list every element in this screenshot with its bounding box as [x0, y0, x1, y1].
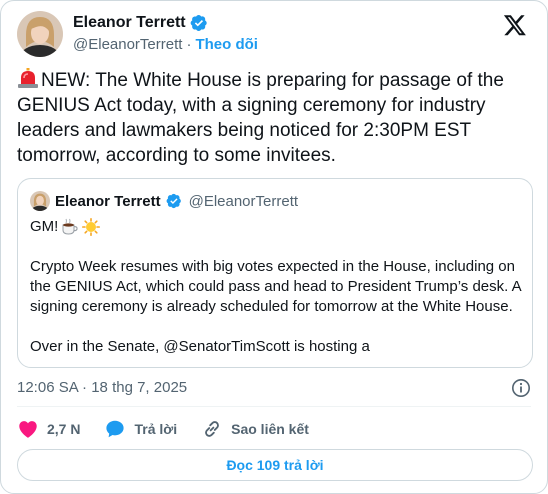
- tweet-text-body: NEW: The White House is preparing for pa…: [17, 70, 504, 166]
- info-icon[interactable]: [511, 378, 531, 398]
- read-replies-button[interactable]: Đọc 109 trả lời: [17, 449, 533, 481]
- author-name[interactable]: Eleanor Terrett: [73, 14, 186, 32]
- reply-action-button[interactable]: Trả lời: [104, 418, 177, 440]
- heart-icon: [19, 421, 37, 438]
- divider: [17, 406, 531, 407]
- like-button[interactable]: 2,7 N: [17, 418, 80, 440]
- follow-button[interactable]: Theo dõi: [195, 36, 258, 53]
- reply-bubble-icon: [106, 420, 125, 438]
- sun-emoji-icon: [82, 218, 101, 236]
- copy-link-button[interactable]: Sao liên kết: [201, 418, 309, 440]
- author-avatar[interactable]: [17, 11, 63, 57]
- coffee-emoji-icon: [62, 218, 79, 235]
- author-handle[interactable]: @EleanorTerrett: [73, 36, 182, 53]
- verified-badge-icon: [190, 14, 207, 32]
- quoted-author-handle: @EleanorTerrett: [188, 192, 299, 210]
- quoted-tweet[interactable]: Eleanor Terrett @EleanorTerrett GM! Cryp…: [17, 178, 533, 368]
- tweet-card: Eleanor Terrett @EleanorTerrett · Theo d…: [0, 0, 548, 494]
- handle-separator: ·: [186, 36, 192, 53]
- verified-badge-icon: [166, 193, 181, 209]
- reply-label: Trả lời: [134, 421, 178, 437]
- siren-emoji-icon: [18, 68, 38, 88]
- link-icon: [205, 421, 219, 437]
- like-count: 2,7 N: [47, 421, 81, 437]
- quoted-author-name: Eleanor Terrett: [55, 192, 161, 210]
- quoted-author-avatar: [30, 191, 50, 211]
- tweet-timestamp[interactable]: 12:06 SA · 18 thg 7, 2025: [17, 379, 187, 396]
- tweet-text: NEW: The White House is preparing for pa…: [17, 68, 533, 168]
- x-logo-icon[interactable]: [503, 13, 527, 37]
- tweet-header: Eleanor Terrett @EleanorTerrett · Theo d…: [17, 11, 533, 57]
- action-bar: 2,7 N Trả lời Sao liên kết: [17, 417, 333, 441]
- copy-link-label: Sao liên kết: [231, 421, 309, 437]
- quoted-paragraph-1: Crypto Week resumes with big votes expec…: [30, 258, 521, 315]
- quoted-greeting: GM!: [30, 218, 59, 235]
- quoted-paragraph-2: Over in the Senate, @SenatorTimScott is …: [30, 338, 370, 355]
- quoted-tweet-body: GM! Crypto Week resumes with big votes e…: [30, 217, 522, 367]
